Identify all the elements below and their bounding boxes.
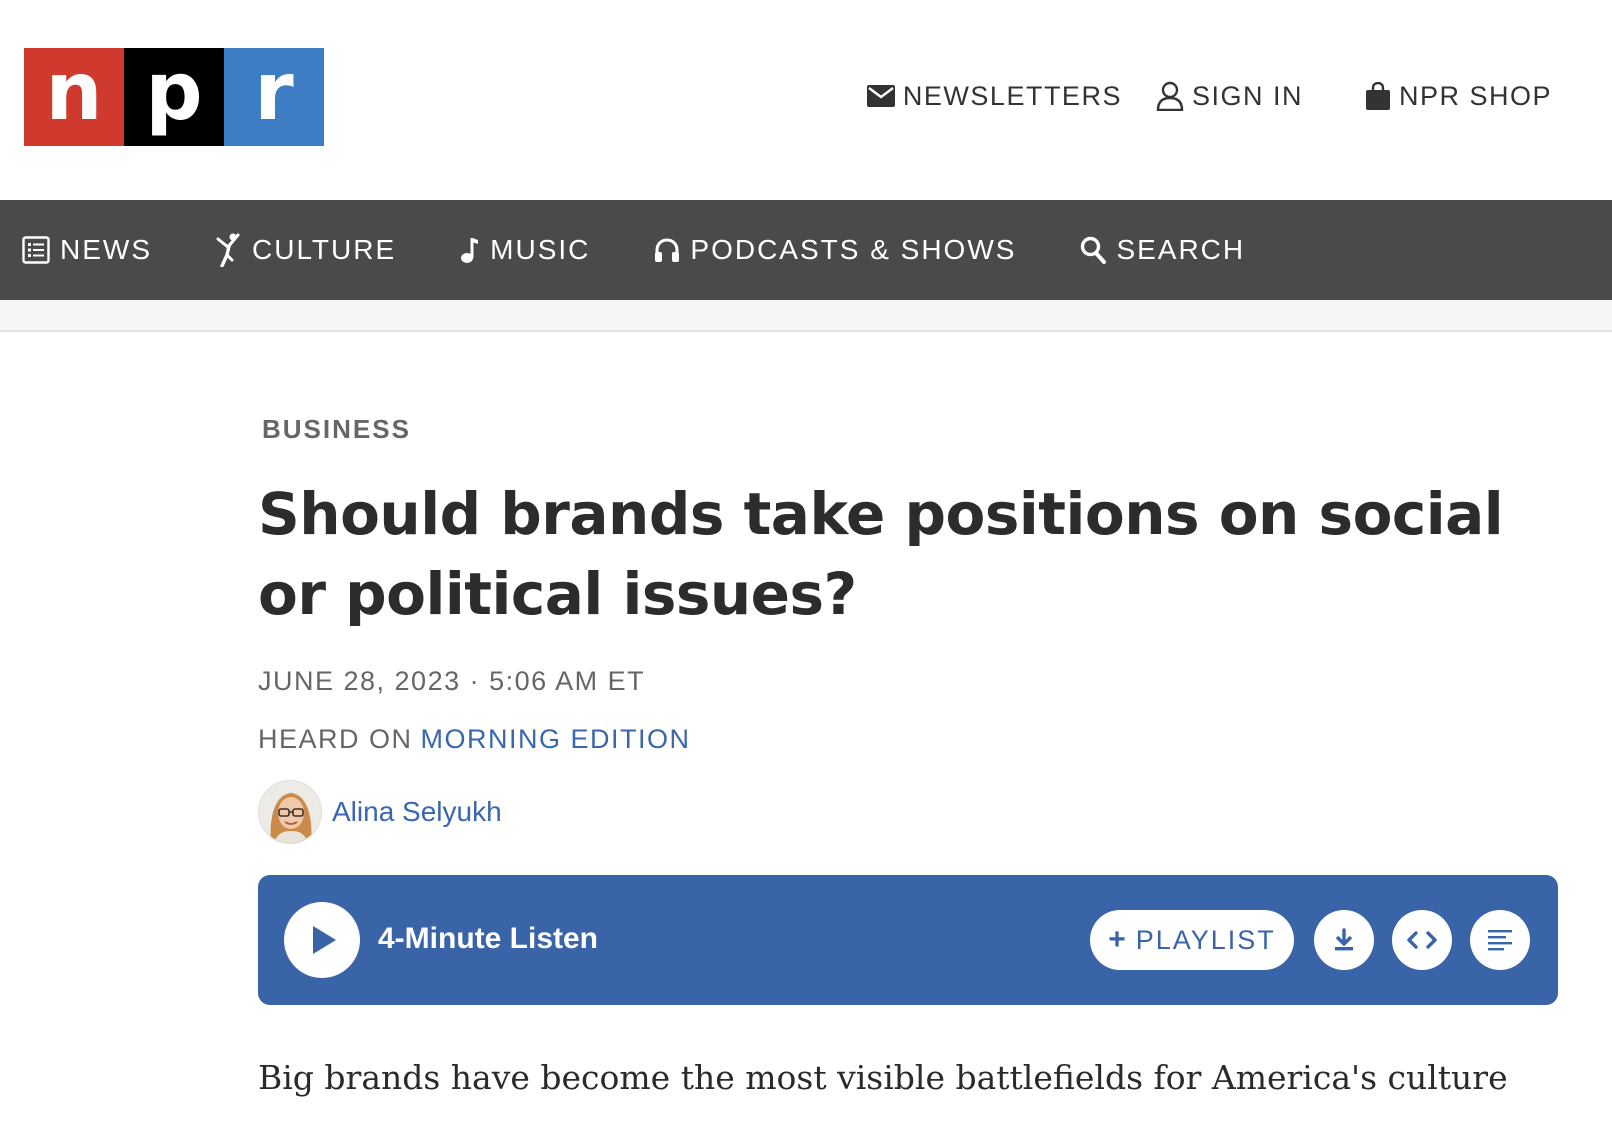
newsletters-label: NEWSLETTERS xyxy=(902,80,1122,111)
nav-item-news[interactable]: NEWS xyxy=(22,234,152,266)
newsletters-link[interactable]: NEWSLETTERS xyxy=(866,80,1122,112)
show-link[interactable]: MORNING EDITION xyxy=(421,724,691,754)
article-dateline: JUNE 28, 2023 · 5:06 AM ET xyxy=(258,666,646,696)
heard-on-prefix: HEARD ON xyxy=(258,724,413,754)
nav-item-music[interactable]: MUSIC xyxy=(460,234,590,266)
header-utility-links: NEWSLETTERS SIGN IN NPR SHOP xyxy=(866,78,1552,114)
nav-culture-label: CULTURE xyxy=(252,234,397,265)
heard-on: HEARD ON MORNING EDITION xyxy=(258,724,691,755)
nav-item-culture[interactable]: CULTURE xyxy=(216,233,396,267)
npr-shop-label: NPR SHOP xyxy=(1398,80,1552,111)
author-photo xyxy=(259,781,321,843)
embed-button[interactable] xyxy=(1392,910,1452,970)
author-avatar[interactable] xyxy=(258,780,322,844)
npr-logo[interactable]: n p r xyxy=(24,48,324,146)
nav-item-search[interactable]: SEARCH xyxy=(1080,234,1245,266)
logo-letter-r: r xyxy=(224,48,324,146)
sign-in-link[interactable]: SIGN IN xyxy=(1156,81,1303,112)
section-label[interactable]: BUSINESS xyxy=(262,414,411,445)
download-icon xyxy=(1335,928,1353,951)
shopping-bag-icon xyxy=(1365,82,1390,110)
nav-podcasts-label: PODCASTS & SHOWS xyxy=(690,234,1017,265)
nav-news-label: NEWS xyxy=(60,234,152,265)
transcript-lines-icon xyxy=(1488,930,1512,951)
npr-shop-link[interactable]: NPR SHOP xyxy=(1365,81,1552,112)
main-navigation: NEWS CULTURE MUSIC PODCASTS & SHOWS SEAR… xyxy=(0,200,1612,300)
logo-letter-n: n xyxy=(24,48,124,146)
music-note-icon xyxy=(461,238,479,263)
nav-music-label: MUSIC xyxy=(490,234,591,265)
search-icon xyxy=(1081,236,1107,264)
audio-player: 4-Minute Listen + PLAYLIST xyxy=(258,875,1558,1005)
embed-code-icon xyxy=(1407,931,1437,949)
site-header: n p r NEWSLETTERS SIGN IN NPR SHOP xyxy=(0,0,1612,200)
article-body-first-line: Big brands have become the most visible … xyxy=(258,1058,1508,1097)
nav-search-label: SEARCH xyxy=(1116,234,1246,265)
transcript-button[interactable] xyxy=(1470,910,1530,970)
plus-icon: + xyxy=(1108,923,1128,956)
user-icon xyxy=(1156,81,1184,111)
envelope-icon xyxy=(866,85,895,107)
headphones-icon xyxy=(655,238,680,262)
author-name[interactable]: Alina Selyukh xyxy=(332,796,502,828)
article-headline: Should brands take positions on social o… xyxy=(258,480,1504,628)
header-divider xyxy=(0,300,1612,332)
byline: Alina Selyukh xyxy=(258,780,502,844)
nav-item-podcasts[interactable]: PODCASTS & SHOWS xyxy=(654,234,1016,266)
sign-in-label: SIGN IN xyxy=(1191,80,1303,111)
logo-letter-p: p xyxy=(124,48,224,146)
play-button[interactable] xyxy=(284,902,360,978)
listen-duration-label: 4-Minute Listen xyxy=(378,922,599,955)
download-button[interactable] xyxy=(1314,910,1374,970)
add-to-playlist-button[interactable]: + PLAYLIST xyxy=(1090,910,1294,970)
dancer-icon xyxy=(216,233,240,267)
playlist-label: PLAYLIST xyxy=(1135,924,1276,955)
newspaper-icon xyxy=(22,236,50,264)
play-icon xyxy=(313,926,336,954)
